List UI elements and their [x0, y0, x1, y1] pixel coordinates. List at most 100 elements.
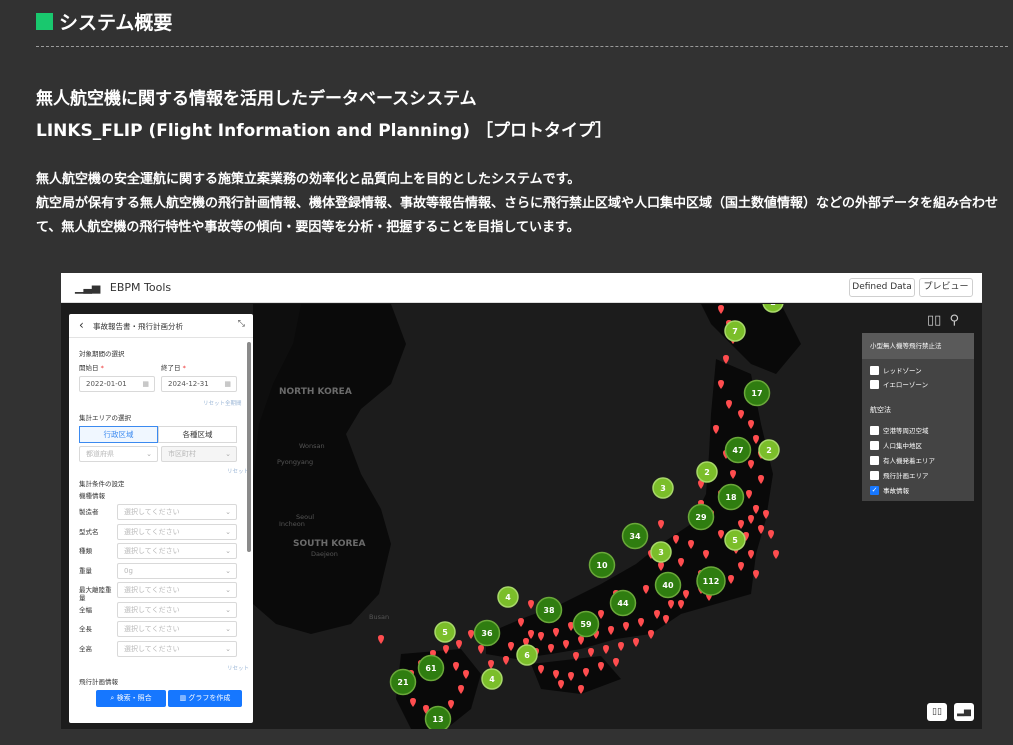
cluster-count-label: 18 — [725, 493, 737, 502]
end-date-label: 終了日 — [161, 362, 186, 372]
field-value: 選択してください — [124, 527, 180, 536]
condition-label: 集計条件の設定 — [79, 480, 125, 488]
cluster-count-label: 61 — [425, 664, 437, 673]
cluster-count-label: 29 — [695, 513, 707, 522]
back-arrow-icon[interactable]: ‹ — [79, 318, 84, 332]
map-layer-icon[interactable]: ▯▯ — [927, 313, 941, 328]
cluster-count-label: 2 — [704, 468, 710, 477]
reset-condition-link[interactable]: リセット — [227, 664, 249, 672]
legend-checkbox-item[interactable]: 有人機発着エリア — [870, 455, 935, 465]
defined-data-button[interactable]: Defined Data — [849, 278, 915, 297]
preview-button[interactable]: プレビュー — [919, 278, 973, 297]
cluster-count-label: 4 — [489, 675, 495, 684]
legend-checkbox-item[interactable]: イエローゾーン — [870, 379, 928, 389]
panel-header: ‹ 事故報告書・飛行計画分析 ⤡ — [69, 314, 253, 338]
cluster-count-label: 2 — [770, 304, 776, 307]
cluster-count-label: 3 — [660, 484, 666, 493]
cluster-count-label: 40 — [662, 581, 674, 590]
legend-checkbox-item[interactable]: レッドゾーン — [870, 365, 922, 375]
legend-item-label: レッドゾーン — [883, 367, 922, 375]
area-label: 集計エリアの選択 — [79, 414, 131, 422]
field-label: 種類 — [79, 547, 92, 555]
cluster-count-label: 4 — [505, 593, 511, 602]
field-select[interactable]: 選択してください ⌄ — [117, 543, 237, 559]
legend-item-label: イエローゾーン — [883, 381, 929, 389]
checkbox-checked-icon[interactable]: ✓ — [870, 485, 879, 495]
chart-view-button[interactable]: ▂▅ — [954, 703, 974, 721]
chevron-down-icon: ⌄ — [225, 605, 231, 614]
city-select[interactable]: 市区町村 ⌄ — [161, 446, 237, 462]
chevron-down-icon: ⌄ — [225, 644, 231, 653]
reset-area-link[interactable]: リセット — [227, 467, 249, 475]
start-date-value: 2022-01-01 — [86, 380, 127, 388]
map-place-label: Busan — [369, 613, 389, 621]
checkbox-icon[interactable] — [870, 365, 879, 375]
field-label: 全長 — [79, 625, 92, 633]
reset-period-link[interactable]: リセット — [203, 399, 225, 407]
all-period-link[interactable]: 全期間 — [225, 399, 242, 407]
analysis-panel: ‹ 事故報告書・飛行計画分析 ⤡ 対象期間の選択 開始日 終了日 2022-01… — [69, 314, 253, 723]
cluster-count-label: 2 — [766, 446, 772, 455]
cluster-count-label: 36 — [481, 629, 493, 638]
field-value: 0g — [124, 566, 133, 575]
app-name: EBPM Tools — [109, 281, 172, 294]
cluster-count-label: 38 — [543, 606, 555, 615]
field-select[interactable]: 選択してください ⌄ — [117, 582, 237, 598]
prefecture-select[interactable]: 都道府県 ⌄ — [79, 446, 158, 462]
checkbox-icon[interactable] — [870, 470, 879, 480]
legend-checkbox-item[interactable]: 人口集中地区 — [870, 440, 922, 450]
end-date-input[interactable]: 2024-12-31 ▦ — [161, 376, 237, 392]
legend-item-label: 人口集中地区 — [883, 442, 922, 450]
map-place-label: NORTH KOREA — [279, 387, 352, 397]
cluster-count-label: 112 — [703, 577, 720, 586]
checkbox-icon[interactable] — [870, 440, 879, 450]
field-select[interactable]: 選択してください ⌄ — [117, 601, 237, 618]
start-date-input[interactable]: 2022-01-01 ▦ — [79, 376, 155, 392]
field-select[interactable]: 0g ⌄ — [117, 562, 237, 579]
legend-checkbox-item[interactable]: ✓ 事故情報 — [870, 485, 909, 495]
start-date-label: 開始日 — [79, 362, 104, 372]
share-icon[interactable]: ⚲ — [949, 313, 959, 328]
chevron-down-icon: ⌄ — [225, 547, 231, 555]
field-label: 全幅 — [79, 605, 92, 614]
field-select[interactable]: 選択してください ⌄ — [117, 640, 237, 657]
system-title: 無人航空機に関する情報を活用したデータベースシステム — [36, 89, 477, 109]
collapse-icon[interactable]: ⤡ — [238, 319, 245, 329]
field-select[interactable]: 選択してください ⌄ — [117, 504, 237, 520]
legend-item-label: 空港等周辺空域 — [883, 427, 929, 435]
chevron-down-icon: ⌄ — [146, 450, 152, 458]
tab-mesh-area[interactable]: 各種区域 — [158, 426, 237, 443]
search-match-button[interactable]: ⌕ 検索・照合 — [96, 690, 166, 707]
legend-checkbox-item[interactable]: 飛行計画エリア — [870, 470, 929, 480]
map-place-label: Pyongyang — [277, 458, 313, 466]
field-value: 選択してください — [124, 508, 180, 516]
create-graph-button[interactable]: ▥ グラフを作成 — [168, 690, 242, 707]
bar-chart-icon: ▂▅ — [957, 707, 971, 717]
checkbox-icon[interactable] — [870, 379, 879, 389]
chevron-down-icon: ⌄ — [225, 586, 231, 594]
legend-item-label: 事故情報 — [883, 487, 909, 495]
map-place-label: Daejeon — [311, 550, 338, 558]
cluster-count-label: 3 — [658, 548, 664, 557]
field-value: 選択してください — [124, 625, 180, 633]
legend-item-label: 飛行計画エリア — [883, 472, 929, 480]
panel-scrollbar[interactable] — [247, 342, 251, 552]
map-tools: ▯▯ ⚲ — [927, 313, 959, 328]
map-view-button[interactable]: ▯▯ — [927, 703, 947, 721]
cluster-count-label: 21 — [397, 678, 409, 687]
app-topbar: ▁▃▅ EBPM Tools Defined Data プレビュー — [61, 273, 982, 303]
cluster-count-label: 44 — [617, 599, 629, 608]
create-graph-label: グラフを作成 — [188, 694, 231, 702]
city-placeholder: 市区町村 — [168, 450, 196, 458]
field-select[interactable]: 選択してください ⌄ — [117, 523, 237, 540]
panel-title: 事故報告書・飛行計画分析 — [93, 322, 183, 331]
checkbox-icon[interactable] — [870, 455, 879, 465]
system-description: 無人航空機の安全運航に関する施策立案業務の効率化と品質向上を目的としたシステムで… — [36, 168, 1008, 240]
checkbox-icon[interactable] — [870, 425, 879, 435]
chevron-down-icon: ⌄ — [225, 508, 231, 516]
app-screenshot: ▁▃▅ EBPM Tools Defined Data プレビュー NORTH … — [61, 273, 982, 729]
tab-admin-area[interactable]: 行政区域 — [79, 426, 158, 443]
field-select[interactable]: 選択してください ⌄ — [117, 621, 237, 637]
bar-chart-icon: ▁▃▅ — [75, 281, 101, 294]
legend-checkbox-item[interactable]: 空港等周辺空域 — [870, 425, 929, 435]
